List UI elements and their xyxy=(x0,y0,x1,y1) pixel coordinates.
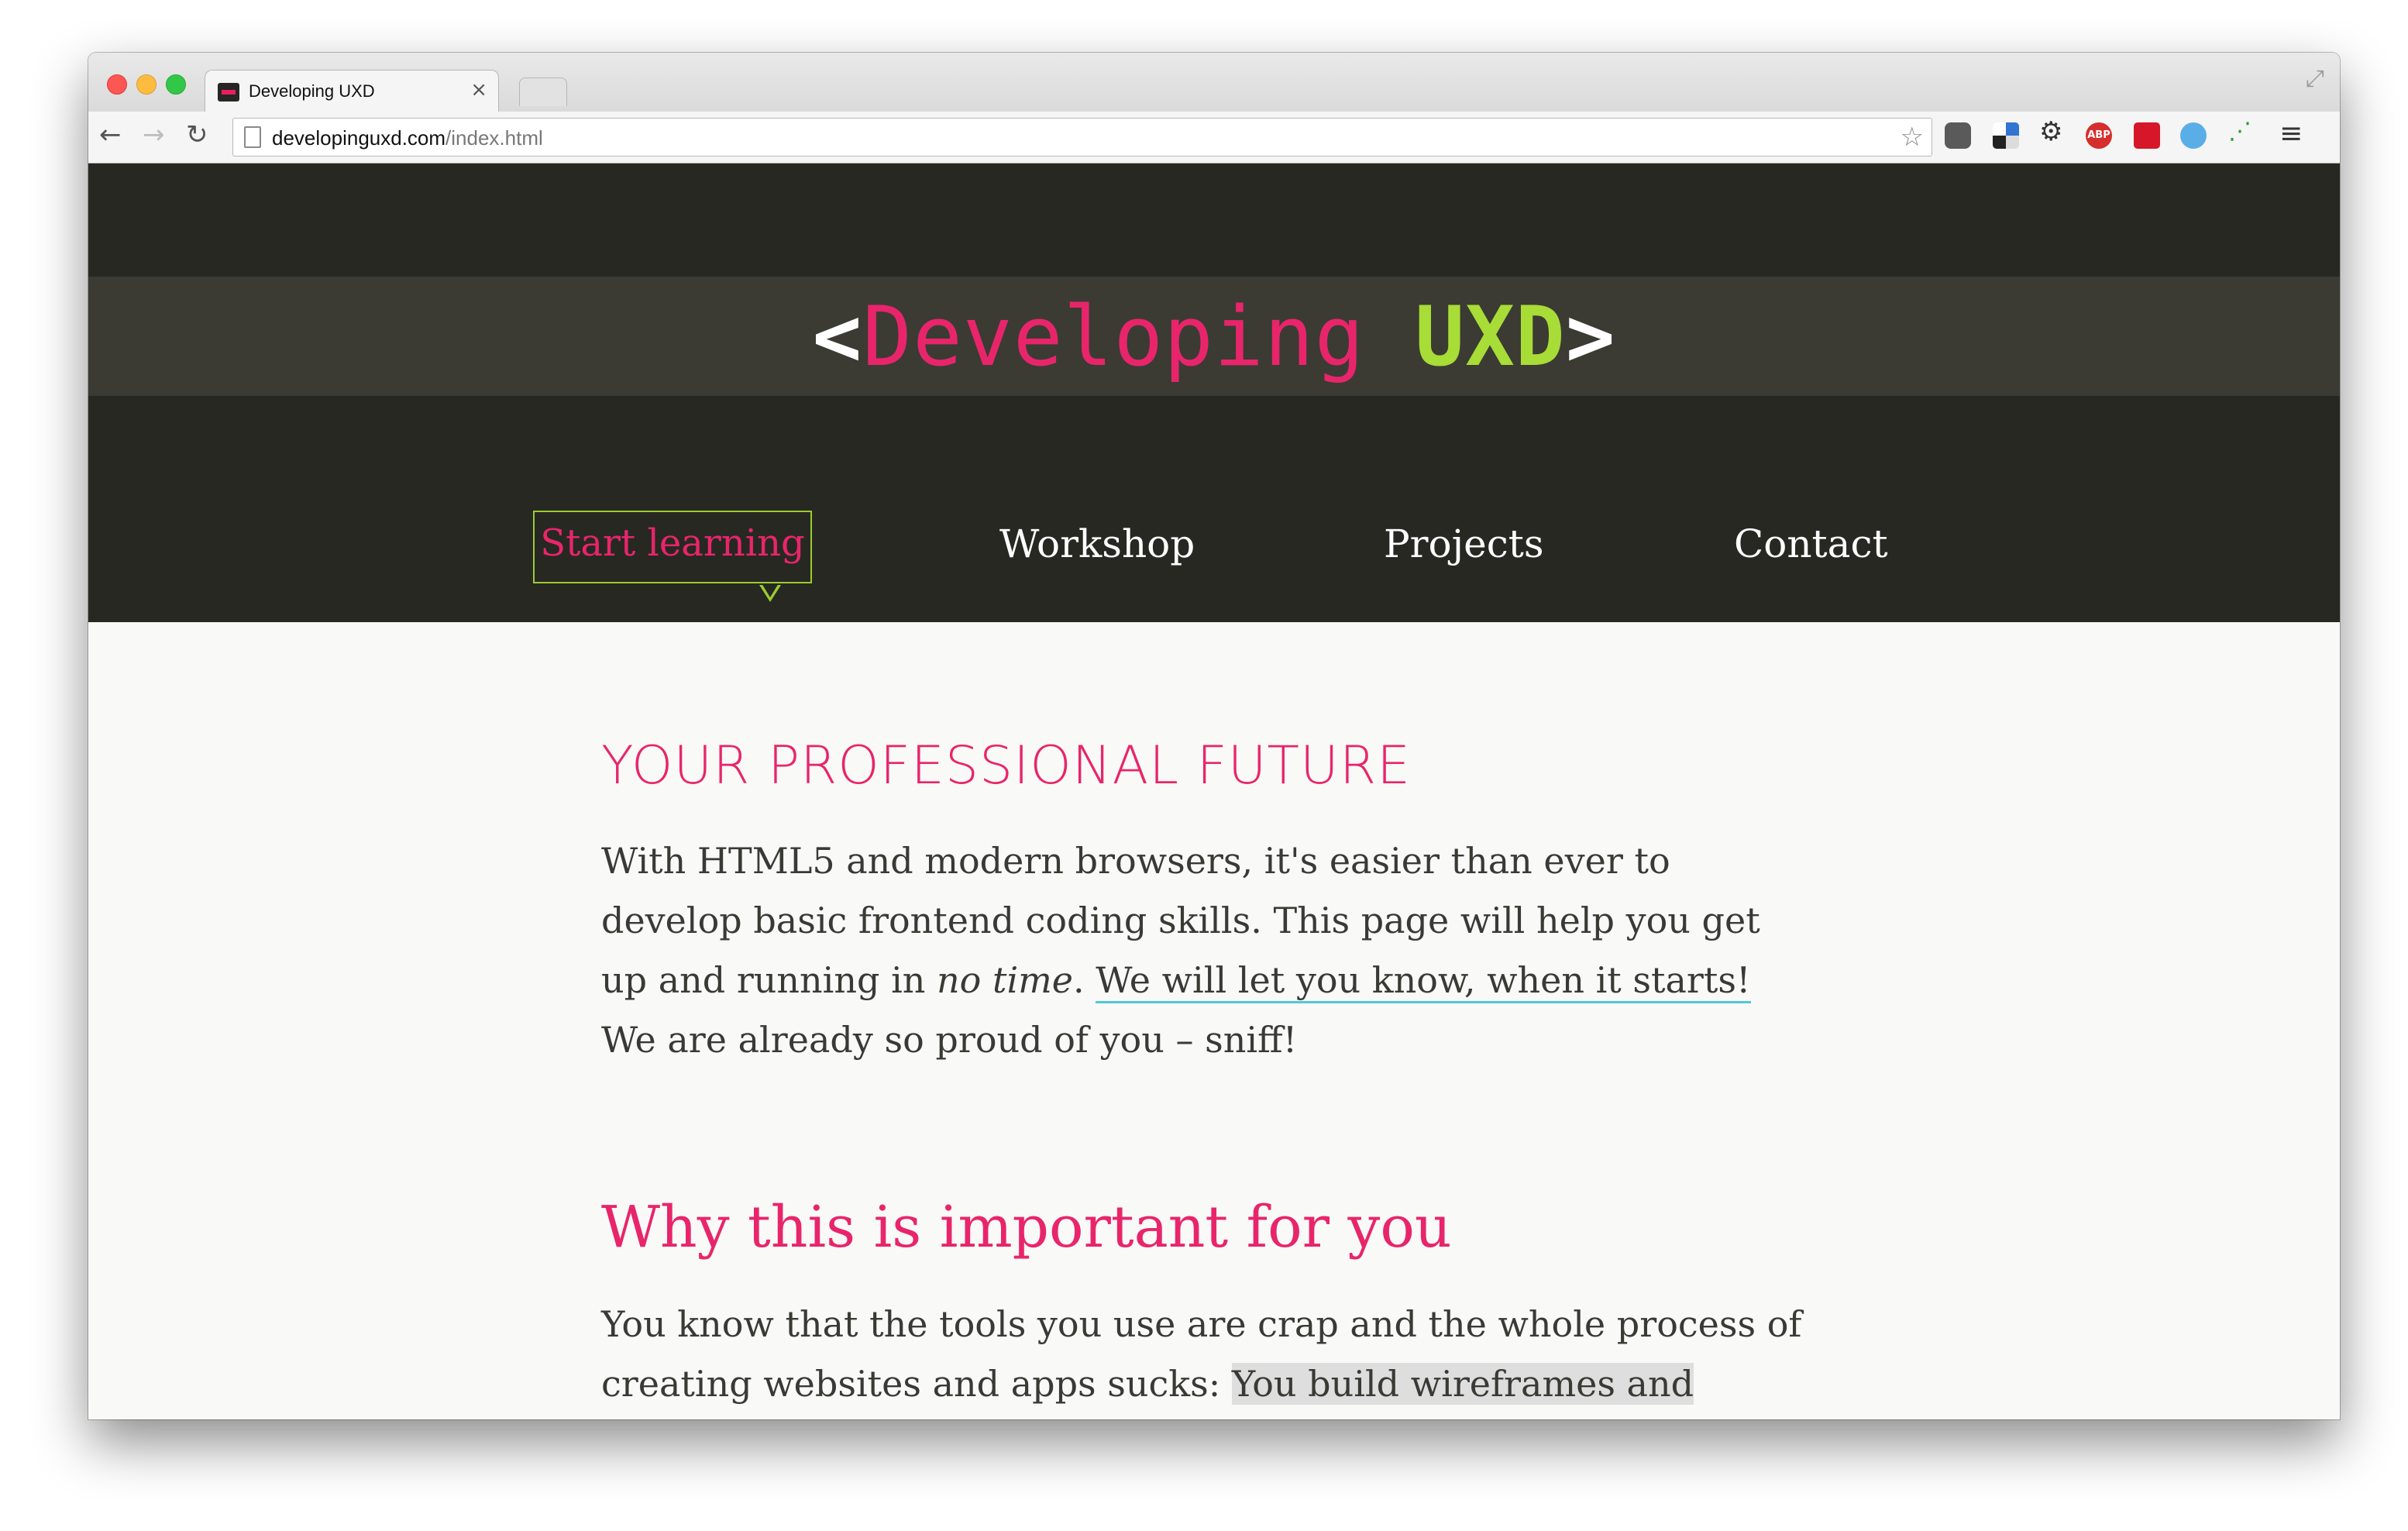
address-bar[interactable]: developinguxd.com/index.html ☆ xyxy=(232,118,1932,157)
logo-close-bracket: > xyxy=(1565,289,1616,384)
delicious-icon[interactable] xyxy=(1993,122,2019,149)
menu-icon[interactable]: ≡ xyxy=(2279,118,2303,150)
intro-text-3: We are already so proud of you – sniff! xyxy=(601,1019,1298,1061)
browser-toolbar: ← → ↻ developinguxd.com/index.html ☆ ⚙ A… xyxy=(88,112,2340,163)
heading-why-important: Why this is important for you xyxy=(601,1194,1452,1261)
url-path: /index.html xyxy=(445,126,543,150)
why-highlight: You build wireframes and xyxy=(1231,1363,1694,1405)
intro-text-2: . xyxy=(1073,959,1096,1001)
nav-contact[interactable]: Contact xyxy=(1734,521,1888,566)
site-logo[interactable]: <Developing UXD> xyxy=(88,289,2340,384)
browser-tab[interactable]: Developing UXD × xyxy=(205,70,499,114)
back-icon[interactable]: ← xyxy=(99,119,122,150)
gear-icon[interactable]: ⚙ xyxy=(2039,116,2066,147)
favicon-icon xyxy=(218,83,239,101)
heading-professional-future: YOUR PROFESSIONAL FUTURE xyxy=(601,735,1412,796)
logo-uxd: UXD xyxy=(1415,289,1566,384)
logo-open-bracket: < xyxy=(812,289,863,384)
url-text[interactable]: developinguxd.com/index.html xyxy=(272,126,543,150)
red-extension-icon[interactable] xyxy=(2134,122,2160,149)
forward-icon[interactable]: → xyxy=(143,119,165,150)
site-header: <Developing UXD> Start learning Workshop… xyxy=(88,163,2340,622)
url-domain: developinguxd.com xyxy=(272,126,446,150)
close-window-button[interactable] xyxy=(107,74,127,95)
intro-paragraph: With HTML5 and modern browsers, it's eas… xyxy=(601,831,1810,1070)
browser-window: Developing UXD × ⤢ ← → ↻ developinguxd.c… xyxy=(88,53,2340,1419)
why-paragraph: You know that the tools you use are crap… xyxy=(601,1295,1810,1414)
tab-strip: Developing UXD × ⤢ xyxy=(88,53,2340,114)
reload-icon[interactable]: ↻ xyxy=(186,119,208,150)
tab-title: Developing UXD xyxy=(249,81,375,101)
nav-workshop[interactable]: Workshop xyxy=(999,521,1195,566)
adblock-plus-icon[interactable]: ABP xyxy=(2086,122,2112,149)
minimize-window-button[interactable] xyxy=(136,74,157,95)
notify-link[interactable]: We will let you know, when it starts! xyxy=(1096,959,1751,1003)
zoom-window-button[interactable] xyxy=(166,74,186,95)
page-viewport: <Developing UXD> Start learning Workshop… xyxy=(88,163,2340,1419)
tab-close-icon[interactable]: × xyxy=(470,78,487,101)
nav-active-pointer xyxy=(759,583,781,602)
logo-developing: Developing xyxy=(862,289,1365,384)
nav-start-learning[interactable]: Start learning xyxy=(533,511,812,602)
nav-projects[interactable]: Projects xyxy=(1384,521,1544,566)
blue-extension-icon[interactable] xyxy=(2180,122,2207,149)
page-icon xyxy=(244,126,261,148)
intro-emphasis: no time xyxy=(937,959,1074,1001)
chart-icon[interactable]: ⋰ xyxy=(2228,118,2255,145)
bookmark-star-icon[interactable]: ☆ xyxy=(1901,122,1924,153)
new-tab-button[interactable] xyxy=(519,77,567,106)
nav-start-learning-label: Start learning xyxy=(540,521,805,565)
fullscreen-icon[interactable]: ⤢ xyxy=(2306,65,2324,92)
pocket-icon[interactable] xyxy=(1945,122,1971,149)
